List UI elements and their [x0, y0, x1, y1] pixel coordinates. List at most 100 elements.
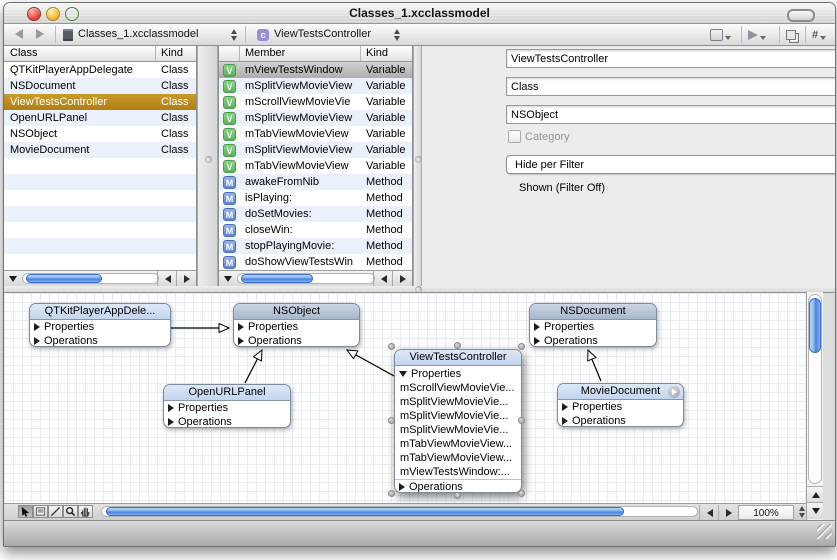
scroll-left-button[interactable] [699, 505, 719, 520]
node-properties-row[interactable]: Properties [30, 320, 170, 334]
forward-icon[interactable] [36, 29, 44, 39]
disclosure-triangle-icon[interactable] [534, 337, 540, 345]
filter-popup[interactable]: Hide per Filter [506, 155, 835, 174]
selection-handle[interactable] [518, 417, 525, 424]
table-row[interactable]: M doSetMovies: Method [219, 206, 412, 222]
table-row[interactable]: V mTabViewMovieView Variable [219, 126, 412, 142]
disclosure-triangle-icon[interactable] [399, 370, 407, 377]
scroll-down-button[interactable] [807, 502, 824, 519]
diagram-h-scroll-thumb[interactable] [106, 507, 624, 516]
node-operations-row[interactable]: Operations [234, 334, 359, 346]
table-row[interactable]: M closeWin: Method [219, 222, 412, 238]
node-member-row[interactable]: mTabViewMovieView... [395, 437, 521, 451]
zoom-stepper-icon[interactable] [798, 506, 805, 518]
selection-handle[interactable] [454, 492, 461, 499]
scroll-left-button[interactable] [373, 271, 393, 286]
node-title[interactable]: ViewTestsController [395, 350, 521, 366]
scroll-up-button[interactable] [807, 486, 824, 503]
table-row[interactable]: OpenURLPanel Class [4, 110, 196, 126]
h-scroll-thumb[interactable] [26, 274, 102, 283]
table-row[interactable]: MovieDocument Class [4, 142, 196, 158]
selection-handle[interactable] [518, 343, 525, 350]
column-header-kind[interactable]: Kind [366, 46, 388, 61]
resize-grip[interactable] [817, 524, 832, 539]
diagram-node-qtkitplayerappdelegate[interactable]: QTKitPlayerAppDele... Properties Operati… [29, 303, 171, 347]
node-member-row[interactable]: mScrollViewMovieVie... [395, 381, 521, 395]
table-row[interactable]: NSDocument Class [4, 78, 196, 94]
table-row-selected[interactable]: ViewTestsController Class [4, 94, 196, 110]
scroll-right-button[interactable] [176, 271, 196, 286]
select-tool-button[interactable] [18, 505, 33, 518]
toolbar-toggle-button[interactable] [787, 9, 815, 22]
table-row[interactable]: M doShowViewTestsWin Method [219, 254, 412, 270]
table-row[interactable]: M awakeFromNib Method [219, 174, 412, 190]
superclass-field[interactable] [506, 105, 835, 124]
node-member-row[interactable]: mSplitViewMovieVie... [395, 395, 521, 409]
column-header-kind[interactable]: Kind [161, 46, 183, 61]
h-scroll-track[interactable] [237, 273, 375, 284]
back-icon[interactable] [15, 29, 23, 39]
column-header-class[interactable]: Class [10, 46, 38, 61]
table-row[interactable]: V mTabViewMovieView Variable [219, 158, 412, 174]
disclosure-triangle-icon[interactable] [399, 483, 405, 491]
scroll-left-button[interactable] [157, 271, 177, 286]
category-checkbox[interactable] [508, 130, 521, 143]
node-title[interactable]: NSDocument [530, 304, 656, 320]
hash-button[interactable]: # [812, 27, 827, 42]
column-header-member[interactable]: Member [245, 46, 285, 61]
selection-handle[interactable] [388, 343, 395, 350]
disclosure-triangle-icon[interactable] [168, 418, 174, 426]
table-row[interactable]: QTKitPlayerAppDelegate Class [4, 62, 196, 78]
disclosure-triangle-icon[interactable] [238, 337, 244, 345]
kind-field[interactable] [506, 77, 835, 96]
diagram-node-openurlpanel[interactable]: OpenURLPanel Properties Operations [163, 384, 291, 428]
node-properties-row[interactable]: Properties [234, 320, 359, 334]
table-row[interactable]: M stopPlayingMovie: Method [219, 238, 412, 254]
node-properties-row[interactable]: Properties [558, 400, 683, 414]
disclosure-triangle-icon[interactable] [534, 323, 540, 331]
node-operations-row[interactable]: Operations [164, 415, 290, 427]
table-row[interactable]: V mSplitViewMovieView Variable [219, 78, 412, 94]
table-row[interactable]: M isPlaying: Method [219, 190, 412, 206]
scroll-right-button[interactable] [392, 271, 412, 286]
table-row[interactable]: V mSplitViewMovieView Variable [219, 110, 412, 126]
node-title[interactable]: OpenURLPanel [164, 385, 290, 401]
disclosure-triangle-icon[interactable] [34, 337, 40, 345]
node-operations-row[interactable]: Operations [30, 334, 170, 346]
node-member-row[interactable]: mTabViewMovieView... [395, 451, 521, 465]
file-popup[interactable]: Classes_1.xcclassmodel [78, 28, 198, 40]
node-member-row[interactable]: mSplitViewMovieVie... [395, 423, 521, 437]
node-operations-row[interactable]: Operations [558, 414, 683, 426]
vertical-splitter[interactable] [197, 46, 218, 286]
diagram-node-moviedocument[interactable]: MovieDocument Properties Operations [557, 383, 684, 427]
annotation-button[interactable] [748, 27, 766, 42]
node-member-row[interactable]: mSplitViewMovieVie... [395, 409, 521, 423]
h-scroll-thumb[interactable] [241, 274, 313, 283]
disclosure-triangle-icon[interactable] [224, 276, 232, 282]
selection-handle[interactable] [518, 490, 525, 497]
diagram-node-viewtestscontroller[interactable]: ViewTestsController Properties mScrollVi… [394, 349, 522, 493]
vertical-splitter[interactable] [413, 46, 422, 286]
disclosure-triangle-icon[interactable] [34, 323, 40, 331]
table-row[interactable]: NSObject Class [4, 126, 196, 142]
node-properties-row[interactable]: Properties [164, 401, 290, 415]
disclosure-triangle-icon[interactable] [562, 403, 568, 411]
diagram-node-nsdocument[interactable]: NSDocument Properties Operations [529, 303, 657, 347]
note-tool-button[interactable] [33, 505, 48, 518]
diagram-node-nsobject[interactable]: NSObject Properties Operations [233, 303, 360, 347]
popup-stepper-icon[interactable] [393, 29, 400, 41]
h-scroll-track[interactable] [22, 273, 159, 284]
duplicate-button[interactable] [786, 27, 796, 42]
v-scroll-thumb[interactable] [809, 298, 821, 353]
line-tool-button[interactable] [48, 505, 63, 518]
title-bar[interactable]: Classes_1.xcclassmodel [4, 3, 835, 24]
selection-handle[interactable] [388, 490, 395, 497]
node-title[interactable]: NSObject [234, 304, 359, 320]
table-row[interactable]: V mSplitViewMovieView Variable [219, 142, 412, 158]
table-row[interactable]: V mScrollViewMovieVie Variable [219, 94, 412, 110]
disclosure-triangle-icon[interactable] [9, 276, 17, 282]
node-title[interactable]: MovieDocument [558, 384, 683, 400]
symbol-popup[interactable]: ViewTestsController [274, 28, 371, 40]
node-properties-row[interactable]: Properties [530, 320, 656, 334]
diagram-h-scroll-track[interactable] [101, 506, 698, 517]
